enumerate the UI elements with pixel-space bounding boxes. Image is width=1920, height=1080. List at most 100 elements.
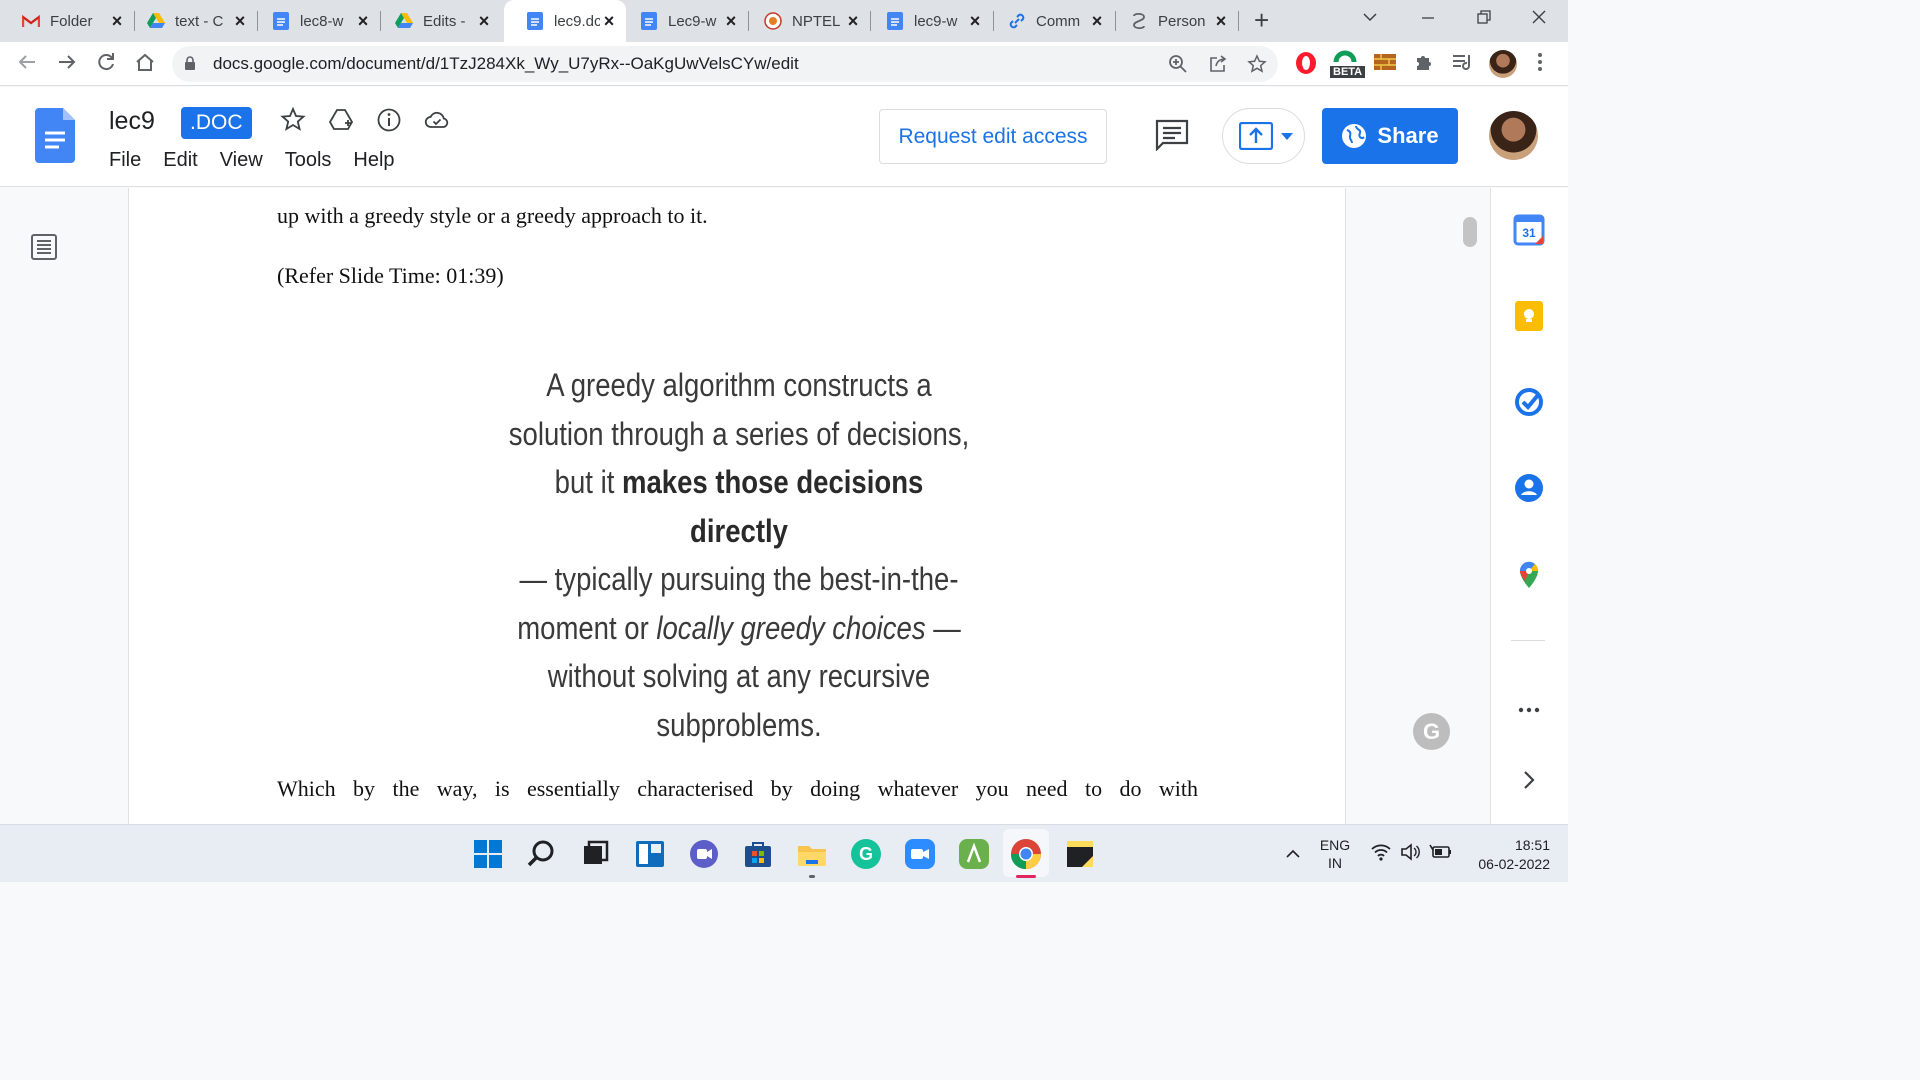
close-icon[interactable]: ×	[475, 12, 493, 30]
tab-nptel[interactable]: NPTEL ×	[742, 0, 870, 42]
tab-search-chevron-icon[interactable]	[1362, 8, 1378, 31]
google-docs-logo-icon[interactable]	[35, 108, 75, 163]
calendar-day-text: 31	[1522, 226, 1536, 240]
present-upload-button[interactable]	[1222, 108, 1305, 164]
chat-icon[interactable]	[688, 838, 720, 870]
chrome-profile-avatar[interactable]	[1489, 50, 1517, 78]
tab-edits[interactable]: Edits - ×	[373, 0, 501, 42]
lock-icon[interactable]	[184, 56, 196, 70]
link-icon	[1008, 12, 1026, 30]
zoom-icon[interactable]	[904, 838, 936, 870]
close-icon[interactable]: ×	[722, 12, 740, 30]
extensions-puzzle-icon[interactable]	[1414, 52, 1434, 77]
app-icon[interactable]	[958, 838, 990, 870]
request-edit-access-button[interactable]: Request edit access	[879, 109, 1107, 164]
address-bar[interactable]: docs.google.com/document/d/1TzJ284Xk_Wy_…	[172, 46, 1278, 82]
vertical-scrollbar-thumb[interactable]	[1463, 217, 1477, 247]
calendar-icon[interactable]: 31	[1513, 214, 1545, 246]
close-icon[interactable]: ×	[1212, 12, 1230, 30]
menu-file[interactable]: File	[109, 149, 141, 172]
docs-icon	[640, 12, 658, 30]
document-page[interactable]: up with a greedy style or a greedy appro…	[128, 188, 1346, 824]
back-button[interactable]	[16, 51, 38, 78]
person-icon	[1130, 12, 1148, 30]
menu-view[interactable]: View	[220, 149, 263, 172]
home-button[interactable]	[134, 51, 156, 78]
close-icon[interactable]: ×	[231, 12, 249, 30]
chevron-right-icon[interactable]	[1513, 764, 1545, 796]
contacts-icon[interactable]	[1513, 472, 1545, 504]
task-view-icon[interactable]	[580, 838, 612, 870]
move-to-drive-icon[interactable]	[328, 107, 354, 133]
opera-extension-icon[interactable]	[1294, 50, 1318, 81]
paragraph-line-top: up with a greedy style or a greedy appro…	[277, 203, 708, 228]
close-icon[interactable]: ×	[108, 12, 126, 30]
tab-text[interactable]: text - C ×	[125, 0, 257, 42]
zoom-icon[interactable]	[1168, 54, 1188, 80]
menu-edit[interactable]: Edit	[163, 149, 197, 172]
share-page-icon[interactable]	[1208, 54, 1228, 80]
document-outline-icon[interactable]	[30, 233, 58, 261]
tab-person[interactable]: Person ×	[1108, 0, 1238, 42]
tray-chevron-up-icon[interactable]	[1285, 847, 1301, 859]
file-explorer-icon[interactable]	[796, 838, 828, 870]
chrome-icon[interactable]	[1010, 838, 1042, 870]
new-tab-button[interactable]: +	[1254, 7, 1269, 33]
tab-folder[interactable]: Folder ×	[0, 0, 134, 42]
windows-start-icon[interactable]	[472, 838, 504, 870]
close-window-button[interactable]	[1531, 8, 1547, 31]
document-title[interactable]: lec9	[109, 107, 155, 136]
restore-button[interactable]	[1476, 8, 1492, 31]
drive-icon	[147, 12, 165, 30]
beta-extension-icon[interactable]: BETA	[1330, 46, 1366, 78]
chrome-menu-icon[interactable]	[1536, 51, 1544, 78]
browser-toolbar: docs.google.com/document/d/1TzJ284Xk_Wy_…	[0, 42, 1568, 86]
language-line-2: IN	[1328, 855, 1342, 871]
account-avatar[interactable]	[1489, 111, 1538, 160]
language-indicator[interactable]: ENG IN	[1318, 836, 1352, 872]
clock[interactable]: 18:51 06-02-2022	[1464, 836, 1550, 874]
quote-line-2: solution through a series of decisions,	[508, 415, 970, 452]
document-info-icon[interactable]	[376, 107, 402, 133]
close-icon[interactable]: ×	[844, 12, 862, 30]
minimize-button[interactable]	[1420, 8, 1436, 31]
more-options-icon[interactable]	[1513, 694, 1545, 726]
keep-icon[interactable]	[1513, 300, 1545, 332]
media-control-icon[interactable]	[1452, 53, 1474, 76]
volume-icon[interactable]	[1400, 843, 1420, 861]
wifi-icon[interactable]	[1371, 843, 1391, 861]
battery-icon[interactable]	[1429, 843, 1453, 861]
search-icon[interactable]	[526, 838, 558, 870]
quote-line-5-italic: locally greedy choices	[656, 609, 926, 646]
comments-icon[interactable]	[1155, 119, 1189, 151]
share-button[interactable]: Share	[1322, 108, 1458, 164]
brick-extension-icon[interactable]	[1374, 54, 1396, 75]
widgets-icon[interactable]	[634, 838, 666, 870]
close-icon[interactable]: ×	[600, 12, 618, 30]
grammarly-icon[interactable]: G	[850, 838, 882, 870]
grammarly-button[interactable]: G	[1413, 713, 1450, 750]
taskbar-running-indicator	[809, 875, 815, 878]
store-icon[interactable]	[742, 838, 774, 870]
bookmark-star-icon[interactable]	[1247, 54, 1267, 80]
cloud-status-icon[interactable]	[424, 107, 450, 133]
tasks-icon[interactable]	[1513, 386, 1545, 418]
quote-line-3-bold: makes those decisions directly	[621, 464, 924, 549]
reload-button[interactable]	[95, 51, 117, 78]
close-icon[interactable]: ×	[966, 12, 984, 30]
tab-lec9-active[interactable]: lec9.dc ×	[504, 0, 626, 42]
tab-lec9-w2[interactable]: lec9-w ×	[864, 0, 992, 42]
star-icon[interactable]	[280, 107, 306, 133]
sticky-notes-icon[interactable]	[1064, 838, 1096, 870]
close-icon[interactable]: ×	[354, 12, 372, 30]
tab-comm[interactable]: Comm ×	[986, 0, 1114, 42]
file-format-badge: .DOC	[181, 107, 252, 139]
forward-button[interactable]	[56, 51, 78, 78]
tab-lec9-w[interactable]: Lec9-w ×	[618, 0, 748, 42]
maps-icon[interactable]	[1513, 558, 1545, 590]
url-text[interactable]: docs.google.com/document/d/1TzJ284Xk_Wy_…	[213, 54, 799, 74]
menu-tools[interactable]: Tools	[285, 149, 332, 172]
menu-help[interactable]: Help	[353, 149, 394, 172]
tab-lec8[interactable]: lec8-w ×	[250, 0, 380, 42]
close-icon[interactable]: ×	[1088, 12, 1106, 30]
